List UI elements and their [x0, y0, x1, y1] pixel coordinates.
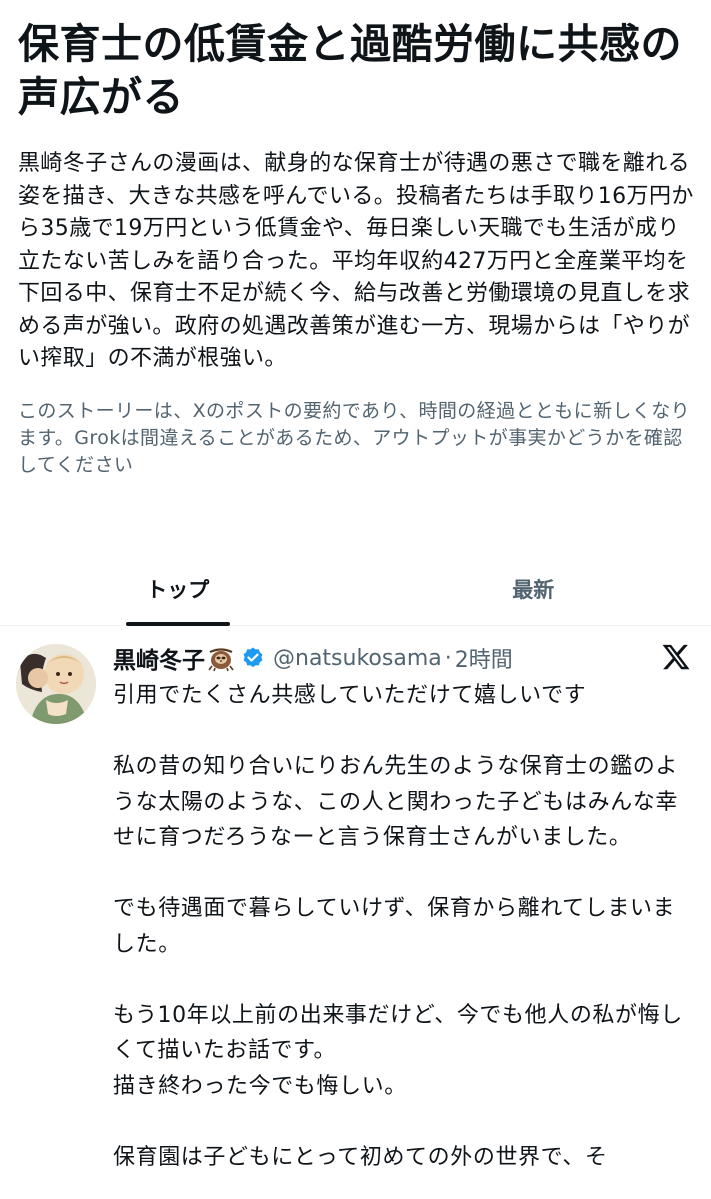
- story-title: 保育士の低賃金と過酷労働に共感の声広がる: [18, 20, 682, 121]
- post[interactable]: 黒崎冬子 @natsukosama · 2時間 引用でたくさん共感していただけて…: [0, 626, 711, 1199]
- author-handle[interactable]: @natsukosama: [273, 646, 442, 671]
- tab-latest[interactable]: 最新: [356, 552, 711, 625]
- post-text: 引用でたくさん共感していただけて嬉しいです 私の昔の知り合いにりおん先生のような…: [113, 683, 683, 1170]
- tab-bar: トップ 最新: [0, 552, 711, 626]
- post-timestamp[interactable]: 2時間: [455, 642, 513, 674]
- story-disclaimer: このストーリーは、Xのポストの要約であり、時間の経過とともに新しくなります。Gr…: [18, 399, 691, 476]
- avatar[interactable]: [16, 644, 96, 724]
- post-header: 黒崎冬子 @natsukosama · 2時間: [113, 640, 513, 676]
- sloth-emoji-icon: [207, 644, 235, 672]
- tab-top-label: トップ: [146, 577, 210, 602]
- x-logo-icon[interactable]: [661, 642, 691, 672]
- verified-badge-icon[interactable]: [241, 646, 265, 670]
- tab-latest-label: 最新: [512, 577, 555, 602]
- tab-top[interactable]: トップ: [0, 552, 356, 626]
- author-name[interactable]: 黒崎冬子: [113, 641, 205, 675]
- avatar-image: [16, 644, 96, 724]
- story-summary-text: 黒崎冬子さんの漫画は、献身的な保育士が待遇の悪さで職を離れる姿を描き、大きな共感…: [18, 151, 694, 371]
- header-separator: ·: [444, 645, 452, 671]
- story-summary-section: 保育士の低賃金と過酷労働に共感の声広がる 黒崎冬子さんの漫画は、献身的な保育士が…: [18, 18, 698, 479]
